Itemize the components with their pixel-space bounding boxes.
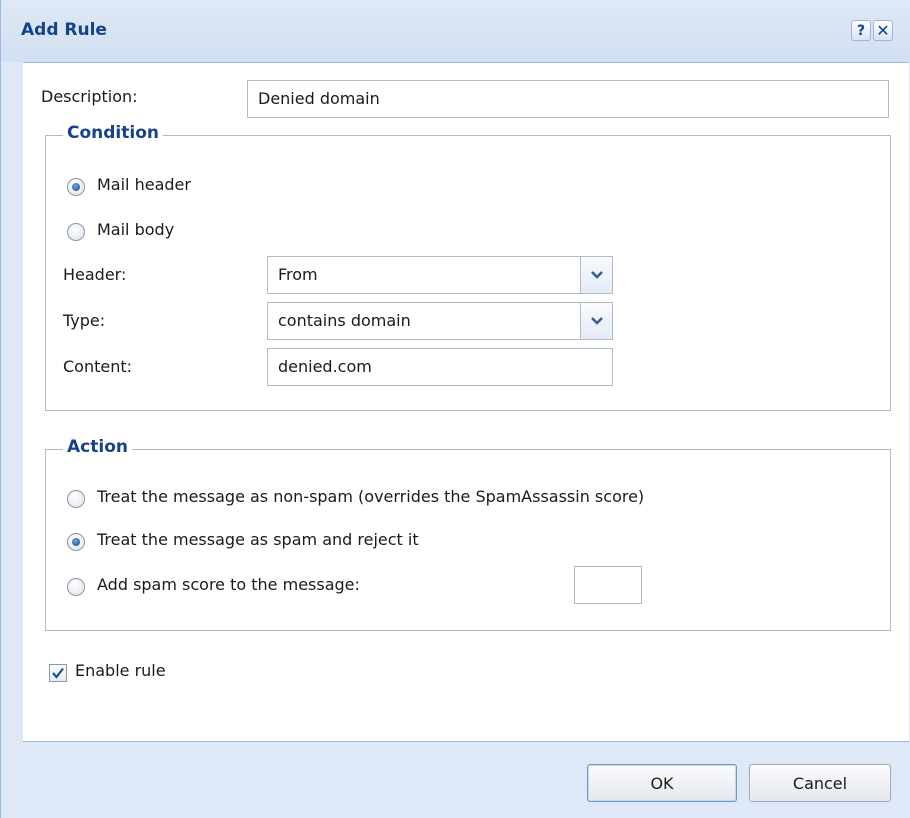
dialog-body: Description: Denied domain Condition Mai… xyxy=(23,62,909,742)
header-select[interactable]: From xyxy=(267,256,613,294)
add-rule-dialog: Add Rule ? ✕ Description: Denied domain … xyxy=(0,0,910,818)
header-dropdown-trigger[interactable] xyxy=(580,257,612,293)
content-label: Content: xyxy=(63,357,133,376)
mail-header-radio[interactable] xyxy=(67,178,85,196)
type-select-value: contains domain xyxy=(278,311,411,330)
type-select[interactable]: contains domain xyxy=(267,302,613,340)
mail-body-label[interactable]: Mail body xyxy=(97,220,174,239)
description-label: Description: xyxy=(41,87,138,106)
check-icon xyxy=(52,667,64,679)
type-dropdown-trigger[interactable] xyxy=(580,303,612,339)
chevron-down-icon xyxy=(590,271,603,279)
close-icon: ✕ xyxy=(876,21,890,40)
close-button[interactable]: ✕ xyxy=(873,20,893,41)
spam-reject-label[interactable]: Treat the message as spam and reject it xyxy=(97,530,419,549)
condition-legend: Condition xyxy=(63,123,163,143)
mail-header-label[interactable]: Mail header xyxy=(97,175,191,194)
ok-button[interactable]: OK xyxy=(587,764,737,802)
add-score-label[interactable]: Add spam score to the message: xyxy=(97,575,360,594)
mail-body-radio[interactable] xyxy=(67,223,85,241)
enable-rule-checkbox[interactable] xyxy=(49,664,67,682)
spam-reject-radio[interactable] xyxy=(67,533,85,551)
spam-score-input[interactable] xyxy=(574,566,642,604)
type-label: Type: xyxy=(63,311,106,330)
action-legend: Action xyxy=(63,437,132,457)
description-input[interactable]: Denied domain xyxy=(247,80,889,118)
help-button[interactable]: ? xyxy=(851,20,871,41)
enable-rule-label[interactable]: Enable rule xyxy=(75,661,166,680)
header-label: Header: xyxy=(63,265,127,284)
dialog-titlebar[interactable]: Add Rule ? ✕ xyxy=(1,0,910,62)
add-score-radio[interactable] xyxy=(67,578,85,596)
cancel-button[interactable]: Cancel xyxy=(749,764,891,802)
non-spam-label[interactable]: Treat the message as non-spam (overrides… xyxy=(97,487,644,506)
chevron-down-icon xyxy=(590,317,603,325)
help-icon: ? xyxy=(856,22,866,39)
dialog-title: Add Rule xyxy=(21,20,107,40)
content-input[interactable]: denied.com xyxy=(267,348,613,386)
header-select-value: From xyxy=(278,265,318,284)
non-spam-radio[interactable] xyxy=(67,490,85,508)
